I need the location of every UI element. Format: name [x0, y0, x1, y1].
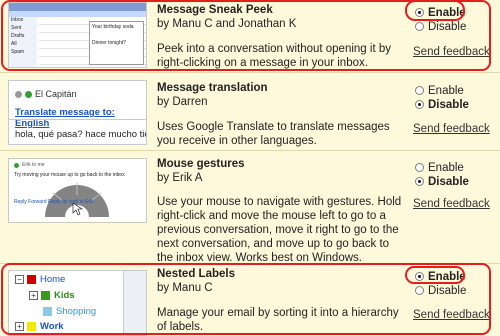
- disable-option[interactable]: Disable: [415, 175, 469, 188]
- gesture-wheel-icon: [45, 183, 109, 217]
- preview-sender-row: El Capitán: [15, 89, 77, 99]
- preview-image: El Capitán Translate message to: English…: [8, 80, 147, 145]
- enable-option[interactable]: Enable: [415, 84, 469, 97]
- disable-radio[interactable]: [415, 100, 424, 109]
- lab-author: by Darren: [157, 96, 208, 108]
- lab-description: Uses Google Translate to translate messa…: [157, 121, 390, 147]
- online-dot-icon: [14, 162, 19, 168]
- disable-radio[interactable]: [415, 177, 424, 186]
- preview-image: Erik to me Try moving your mouse up to g…: [8, 158, 147, 223]
- preview-message: hola, qué pasa? hace mucho tiempo: [15, 129, 146, 140]
- send-feedback-link[interactable]: Send feedback: [413, 198, 490, 210]
- preview-message: Try moving your mouse up to go back to t…: [14, 172, 125, 178]
- preview-sender-row: Erik to me: [14, 162, 45, 168]
- lab-title: Message translation: [157, 82, 268, 94]
- preview-sender: Erik to me: [22, 162, 45, 168]
- preview-sender: El Capitán: [35, 89, 77, 99]
- preview-translate-link: Translate message to: English: [15, 107, 115, 129]
- status-dot-icon: [15, 90, 22, 98]
- preview-reply-links: Reply Forward Reply by chat to Erik: [14, 199, 94, 205]
- preview-divider: [9, 119, 146, 120]
- enable-option[interactable]: Enable: [415, 161, 469, 174]
- send-feedback-link[interactable]: Send feedback: [413, 123, 490, 135]
- disable-label[interactable]: Disable: [428, 176, 469, 188]
- enable-label[interactable]: Enable: [428, 85, 464, 97]
- online-dot-icon: [25, 90, 32, 98]
- lab-author: by Erik A: [157, 172, 203, 184]
- lab-options: Enable Disable: [415, 84, 469, 112]
- lab-options: Enable Disable: [415, 161, 469, 189]
- enable-radio[interactable]: [415, 163, 424, 172]
- lab-row-translation: El Capitán Translate message to: English…: [0, 72, 500, 151]
- lab-description: Use your mouse to navigate with gestures…: [157, 196, 402, 264]
- highlight-outline-enable: [405, 266, 465, 284]
- enable-radio[interactable]: [415, 86, 424, 95]
- lab-title: Mouse gestures: [157, 158, 245, 170]
- enable-label[interactable]: Enable: [428, 162, 464, 174]
- disable-label[interactable]: Disable: [428, 99, 469, 111]
- lab-row-mouse-gestures: Erik to me Try moving your mouse up to g…: [0, 150, 500, 264]
- disable-option[interactable]: Disable: [415, 98, 469, 111]
- highlight-outline-enable: [405, 0, 465, 21]
